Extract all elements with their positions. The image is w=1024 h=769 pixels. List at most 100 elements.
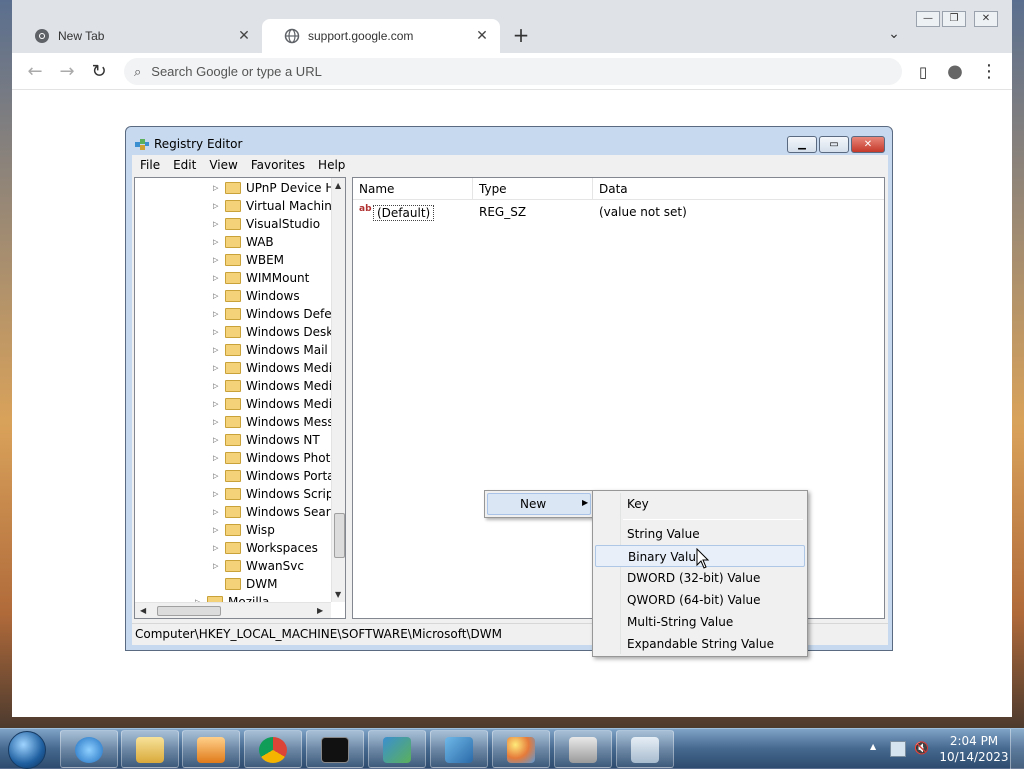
expand-arrow-icon[interactable]: ▷ (213, 562, 218, 570)
tree-item[interactable]: ▷ WAB (135, 233, 331, 251)
tree-item[interactable]: ▷ Mozilla (135, 593, 331, 602)
show-hidden-icons-icon[interactable]: ▲ (870, 742, 876, 751)
tree-horizontal-scrollbar[interactable]: ◀ ▶ (135, 602, 331, 618)
tree-item[interactable]: ▷ WwanSvc (135, 557, 331, 575)
expand-arrow-icon[interactable]: ▷ (213, 256, 218, 264)
menu-item-expandable-string-value[interactable]: Expandable String Value (595, 633, 805, 655)
menu-view[interactable]: View (209, 158, 237, 172)
tree-item[interactable]: ▷ Windows Portal (135, 467, 331, 485)
profile-avatar-icon[interactable]: ● (944, 61, 966, 83)
expand-arrow-icon[interactable]: ▷ (213, 436, 218, 444)
taskbar-registry-editor[interactable] (368, 730, 426, 768)
menu-edit[interactable]: Edit (173, 158, 196, 172)
expand-arrow-icon[interactable]: ▷ (213, 346, 218, 354)
tree-item[interactable]: ▷ Wisp (135, 521, 331, 539)
clock[interactable]: 2:04 PM 10/14/2023 (936, 733, 1012, 765)
expand-arrow-icon[interactable]: ▷ (213, 184, 218, 192)
maximize-button[interactable]: ▭ (819, 136, 849, 153)
column-name-header[interactable]: Name (353, 178, 473, 200)
menu-item-qword-value[interactable]: QWORD (64-bit) Value (595, 589, 805, 611)
value-row[interactable]: ab (Default) REG_SZ (value not set) (353, 202, 884, 222)
tab-support-google[interactable]: support.google.com ✕ (262, 19, 500, 53)
close-window-button[interactable]: ✕ (974, 11, 998, 27)
taskbar-visual-studio[interactable] (430, 730, 488, 768)
chevron-down-icon[interactable]: ⌄ (884, 26, 904, 42)
taskbar-fax-scan[interactable] (554, 730, 612, 768)
expand-arrow-icon[interactable]: ▷ (213, 526, 218, 534)
tree-item[interactable]: ▷ Windows Search (135, 503, 331, 521)
tree-item[interactable]: ▷ Workspaces (135, 539, 331, 557)
expand-arrow-icon[interactable]: ▷ (213, 454, 218, 462)
tree-item[interactable]: ▷ Windows Mail (135, 341, 331, 359)
minimize-button[interactable]: ▁ (787, 136, 817, 153)
tree-item[interactable]: ▷ Windows Media (135, 359, 331, 377)
tree-item[interactable]: ▷ WBEM (135, 251, 331, 269)
expand-arrow-icon[interactable]: ▷ (213, 508, 218, 516)
tree-item[interactable]: ▷ WIMMount (135, 269, 331, 287)
expand-arrow-icon[interactable]: ▷ (213, 472, 218, 480)
taskbar-media-player[interactable] (182, 730, 240, 768)
tab-new-tab[interactable]: New Tab ✕ (12, 19, 262, 53)
tree-item[interactable]: ▷ Windows Media (135, 395, 331, 413)
expand-arrow-icon[interactable]: ▷ (213, 328, 218, 336)
tree-item[interactable]: DWM (135, 575, 331, 593)
expand-arrow-icon[interactable]: ▷ (213, 202, 218, 210)
expand-arrow-icon[interactable]: ▷ (213, 400, 218, 408)
volume-muted-icon[interactable]: 🔇 (914, 741, 930, 757)
tree-item[interactable]: ▷ Windows Messa (135, 413, 331, 431)
expand-arrow-icon[interactable]: ▷ (213, 418, 218, 426)
show-desktop-button[interactable] (1010, 729, 1024, 769)
menu-item-string-value[interactable]: String Value (595, 523, 805, 545)
menu-item-dword-value[interactable]: DWORD (32-bit) Value (595, 567, 805, 589)
taskbar-file-explorer[interactable] (121, 730, 179, 768)
menu-item-multi-string-value[interactable]: Multi-String Value (595, 611, 805, 633)
menu-kebab-icon[interactable]: ⋮ (978, 61, 1000, 83)
taskbar-internet-explorer[interactable] (60, 730, 118, 768)
side-panel-icon[interactable]: ▯ (912, 61, 934, 83)
tree-item[interactable]: ▷ Windows (135, 287, 331, 305)
menu-item-key[interactable]: Key (595, 493, 805, 515)
scrollbar-thumb[interactable] (334, 513, 345, 558)
omnibox[interactable]: ⌕ Search Google or type a URL (124, 58, 902, 85)
tab-close-icon[interactable]: ✕ (236, 28, 252, 44)
tree-item[interactable]: ▷ UPnP Device Ho (135, 179, 331, 197)
tree-vertical-scrollbar[interactable]: ▲ ▼ (331, 178, 345, 602)
scroll-down-arrow-icon[interactable]: ▼ (335, 590, 341, 599)
expand-arrow-icon[interactable]: ▷ (213, 238, 218, 246)
expand-arrow-icon[interactable]: ▷ (213, 382, 218, 390)
expand-arrow-icon[interactable]: ▷ (213, 490, 218, 498)
start-button[interactable] (8, 731, 46, 769)
tree-item[interactable]: ▷ Virtual Machine (135, 197, 331, 215)
scrollbar-thumb[interactable] (157, 606, 221, 616)
expand-arrow-icon[interactable]: ▷ (213, 364, 218, 372)
minimize-button[interactable]: — (916, 11, 940, 27)
expand-arrow-icon[interactable]: ▷ (213, 310, 218, 318)
menu-file[interactable]: File (140, 158, 160, 172)
tree-item[interactable]: ▷ Windows Script (135, 485, 331, 503)
expand-arrow-icon[interactable]: ▷ (213, 292, 218, 300)
menu-help[interactable]: Help (318, 158, 345, 172)
expand-arrow-icon[interactable]: ▷ (213, 274, 218, 282)
network-icon[interactable] (890, 741, 906, 757)
scroll-right-arrow-icon[interactable]: ▶ (317, 606, 323, 615)
tree-item[interactable]: ▷ Windows NT (135, 431, 331, 449)
reload-icon[interactable]: ↻ (88, 61, 110, 83)
column-data-header[interactable]: Data (593, 178, 884, 200)
forward-arrow-icon[interactable]: → (56, 61, 78, 83)
expand-arrow-icon[interactable]: ▷ (213, 544, 218, 552)
taskbar-paint[interactable] (492, 730, 550, 768)
tree-item[interactable]: ▷ Windows Defen (135, 305, 331, 323)
scroll-up-arrow-icon[interactable]: ▲ (335, 181, 341, 190)
taskbar-calculator[interactable] (616, 730, 674, 768)
restore-button[interactable]: ❐ (942, 11, 966, 27)
tree-item[interactable]: ▷ VisualStudio (135, 215, 331, 233)
back-arrow-icon[interactable]: ← (24, 61, 46, 83)
column-type-header[interactable]: Type (473, 178, 593, 200)
tree-item[interactable]: ▷ Windows Deskt (135, 323, 331, 341)
tree-item[interactable]: ▷ Windows Photo (135, 449, 331, 467)
scroll-left-arrow-icon[interactable]: ◀ (140, 606, 146, 615)
close-button[interactable]: ✕ (851, 136, 885, 153)
tree-item[interactable]: ▷ Windows Media (135, 377, 331, 395)
taskbar-chrome[interactable] (244, 730, 302, 768)
menu-favorites[interactable]: Favorites (251, 158, 305, 172)
